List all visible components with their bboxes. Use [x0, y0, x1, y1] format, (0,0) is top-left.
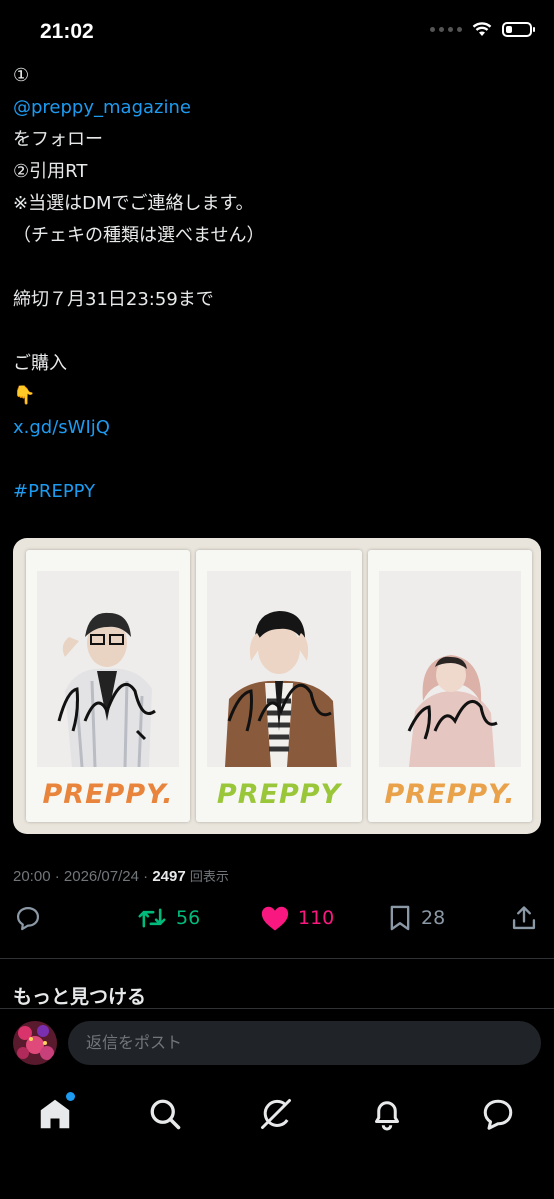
- bookmark-icon: [390, 905, 410, 931]
- tweet-meta: 20:00 · 2026/07/24 · 2497 回表示: [13, 868, 229, 885]
- tweet-text-line: をフォロー: [13, 129, 103, 150]
- tweet-time: 20:00: [13, 868, 51, 885]
- polaroid-caption-3: PREPPY.: [384, 779, 516, 810]
- retweet-count: 56: [176, 907, 201, 929]
- battery-icon: [502, 22, 535, 37]
- wifi-icon: [472, 22, 492, 36]
- reply-bar: 返信をポスト: [0, 1008, 554, 1075]
- polaroid-2: PREPPY: [196, 550, 362, 822]
- reply-input[interactable]: 返信をポスト: [68, 1021, 541, 1065]
- retweet-button[interactable]: 56: [136, 904, 200, 932]
- view-count: 2497: [152, 868, 186, 885]
- bookmark-button[interactable]: 28: [387, 904, 445, 932]
- share-button[interactable]: [510, 904, 538, 932]
- reply-button[interactable]: [14, 904, 42, 932]
- tweet-text-line: 👇: [13, 385, 36, 406]
- tweet-text-line: ※当選はDMでご連絡します。: [13, 193, 254, 214]
- tweet-text-line: ご購入: [13, 353, 67, 374]
- tweet-text-line: [13, 252, 264, 284]
- notifications-icon: [375, 1101, 399, 1131]
- tab-home[interactable]: [37, 1092, 75, 1132]
- tab-messages[interactable]: [480, 1096, 516, 1132]
- polaroid-caption-1: PREPPY.: [42, 779, 174, 810]
- section-divider: [0, 958, 554, 959]
- photo-image-1: [37, 571, 179, 767]
- tweet-photo[interactable]: PREPPY. PREPPY PREPPY.: [13, 538, 541, 834]
- status-time: 21:02: [40, 20, 94, 43]
- tweet-text-line: 締切７月31日23:59まで: [13, 289, 214, 310]
- home-icon: [40, 1099, 70, 1129]
- like-button[interactable]: 110: [260, 904, 334, 932]
- tweet-link[interactable]: x.gd/sWIjQ: [13, 412, 264, 444]
- search-icon: [150, 1099, 181, 1130]
- tweet-text-line: ①: [13, 65, 30, 86]
- reply-icon: [16, 906, 40, 931]
- share-icon: [512, 906, 536, 930]
- tweet-link[interactable]: @preppy_magazine: [13, 92, 264, 124]
- tweet-text-line: ②引用RT: [13, 161, 88, 182]
- bottom-tab-bar: [0, 1074, 554, 1199]
- photo-image-3: [379, 571, 521, 767]
- messages-icon: [483, 1099, 513, 1130]
- status-icons: [430, 22, 535, 37]
- tweet-text: ① @preppy_magazine をフォロー ②引用RT ※当選はDMでご連絡します…: [13, 60, 264, 508]
- tweet-date: 2026/07/24: [63, 868, 139, 885]
- like-count: 110: [298, 907, 335, 929]
- status-bar: 21:02: [0, 0, 554, 66]
- heart-icon: [261, 906, 289, 931]
- view-count-label: 回表示: [189, 869, 229, 884]
- tweet-text-line: [13, 316, 264, 348]
- tweet-text-line: （チェキの種類は選べません）: [13, 225, 265, 246]
- tab-notifications[interactable]: [369, 1096, 405, 1132]
- polaroid-1: PREPPY.: [26, 550, 190, 822]
- tweet-link[interactable]: #PREPPY: [13, 476, 264, 508]
- tweet-actions: 56 110 28: [0, 904, 554, 942]
- more-section-title: もっと見つける: [13, 986, 147, 1008]
- bookmark-count: 28: [421, 907, 446, 929]
- signal-icon: [430, 27, 462, 32]
- tab-search[interactable]: [147, 1096, 183, 1132]
- photo-image-2: [207, 571, 351, 767]
- avatar[interactable]: [13, 1021, 57, 1065]
- tab-grok[interactable]: [258, 1096, 294, 1132]
- polaroid-3: PREPPY.: [368, 550, 532, 822]
- tweet-text-line: [13, 444, 264, 476]
- polaroid-caption-2: PREPPY: [216, 779, 342, 810]
- retweet-icon: [138, 908, 166, 928]
- grok-icon: [261, 1099, 291, 1129]
- notification-dot: [66, 1092, 75, 1101]
